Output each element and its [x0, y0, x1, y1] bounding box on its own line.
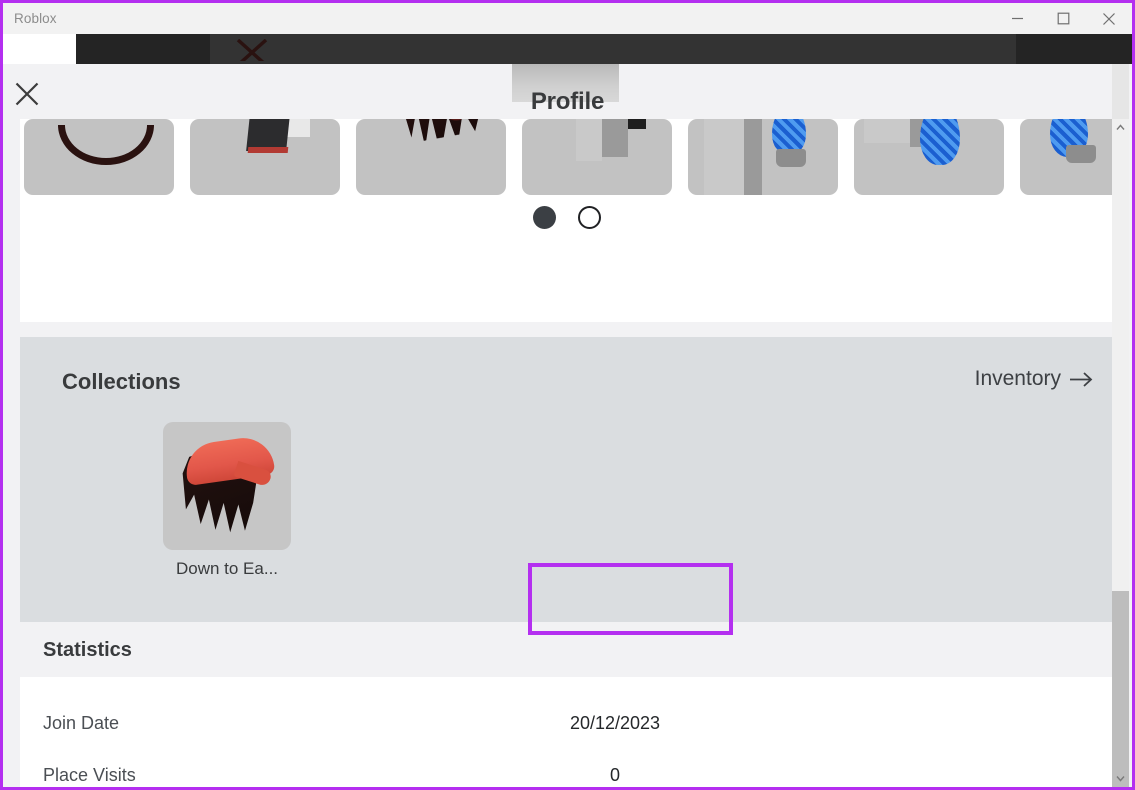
window-controls: [994, 3, 1132, 34]
vertical-scrollbar[interactable]: [1112, 119, 1129, 787]
window-title-bar: Roblox: [3, 3, 1132, 34]
inventory-link-label: Inventory: [974, 367, 1061, 390]
avatar-thumbnail[interactable]: [190, 119, 340, 195]
avatar-leg-art: [704, 119, 744, 195]
avatar-leg-art: [576, 119, 602, 161]
statistics-card: Join Date 20/12/2023 Place Visits 0: [20, 677, 1113, 787]
minimize-button[interactable]: [994, 3, 1040, 34]
background-x-icon: [236, 39, 268, 61]
collections-section: Collections Inventory Down to Ea...: [20, 337, 1113, 622]
profile-modal: Profile Collections Inventory Down to Ea…: [3, 64, 1132, 787]
collection-item[interactable]: Down to Ea...: [163, 422, 291, 579]
place-visits-value: 0: [609, 765, 620, 785]
avatar-shoe-art: [776, 149, 806, 167]
statistics-title: Statistics: [43, 639, 132, 661]
place-visits-label: Place Visits: [43, 765, 136, 785]
avatar-thumbnail[interactable]: [24, 119, 174, 195]
collections-title: Collections: [62, 369, 181, 394]
scrollbar-up-button[interactable]: [1112, 119, 1129, 136]
strip-segment-dark-left: [76, 34, 210, 64]
maximize-button[interactable]: [1040, 3, 1086, 34]
avatar-thumbnail[interactable]: [522, 119, 672, 195]
avatar-leg-art: [744, 119, 762, 195]
avatar-leg-art: [602, 119, 628, 157]
scrollbar-top-filler: [1112, 64, 1129, 119]
profile-scroll-area: Collections Inventory Down to Ea... Stat…: [3, 119, 1124, 787]
statistics-row: Place Visits 0: [20, 753, 1113, 787]
strip-segment-light: [3, 34, 76, 64]
avatar-pants-art: [920, 119, 960, 165]
arrow-right-icon: [1070, 371, 1093, 387]
join-date-label: Join Date: [43, 713, 120, 733]
avatar-face-art: [58, 125, 154, 165]
inventory-link[interactable]: Inventory: [975, 367, 1094, 391]
collections-header: Collections Inventory: [20, 337, 1113, 407]
statistics-header: Statistics: [20, 622, 1113, 677]
profile-modal-header: Profile: [3, 64, 1132, 119]
avatar-item-accent-art: [247, 147, 289, 153]
strip-segment-dark-mid: [210, 34, 1016, 64]
strip-segment-dark-right: [1016, 34, 1132, 64]
chevron-down-icon: [1116, 776, 1125, 782]
avatar-shoe-art: [1066, 145, 1096, 163]
avatar-thumbnail-row[interactable]: [24, 119, 1124, 195]
pagination-dot-active[interactable]: [532, 206, 556, 229]
window-title: Roblox: [14, 11, 57, 26]
maximize-icon: [1057, 12, 1069, 25]
app-background-strip: [3, 34, 1132, 64]
scrollbar-track[interactable]: [1112, 136, 1129, 787]
close-button[interactable]: [1086, 3, 1132, 34]
carousel-pagination[interactable]: [20, 206, 1113, 229]
page-title: Profile: [530, 88, 605, 115]
avatar-thumbnail[interactable]: [1020, 119, 1124, 195]
collection-item-thumbnail: [163, 422, 291, 550]
pagination-dot[interactable]: [577, 206, 601, 229]
avatar-thumbnail[interactable]: [356, 119, 506, 195]
avatar-thumbnail[interactable]: [854, 119, 1004, 195]
avatar-hair-art: [401, 119, 482, 155]
scrollbar-down-button[interactable]: [1112, 770, 1129, 787]
avatar-thumbnail[interactable]: [688, 119, 838, 195]
scrollbar-thumb[interactable]: [1112, 591, 1129, 787]
join-date-value: 20/12/2023: [569, 713, 661, 733]
collections-grid: Down to Ea...: [163, 422, 291, 579]
chevron-up-icon: [1116, 124, 1125, 130]
avatar-leg-art: [864, 119, 910, 143]
collection-item-label: Down to Ea...: [175, 559, 279, 578]
annotated-screenshot: Roblox Profile Collections Inventory Dow…: [0, 0, 1135, 790]
avatar-carousel-card: [20, 119, 1124, 322]
statistics-row: Join Date 20/12/2023: [20, 701, 1113, 753]
close-icon: [1103, 12, 1115, 25]
minimize-icon: [1011, 17, 1023, 20]
